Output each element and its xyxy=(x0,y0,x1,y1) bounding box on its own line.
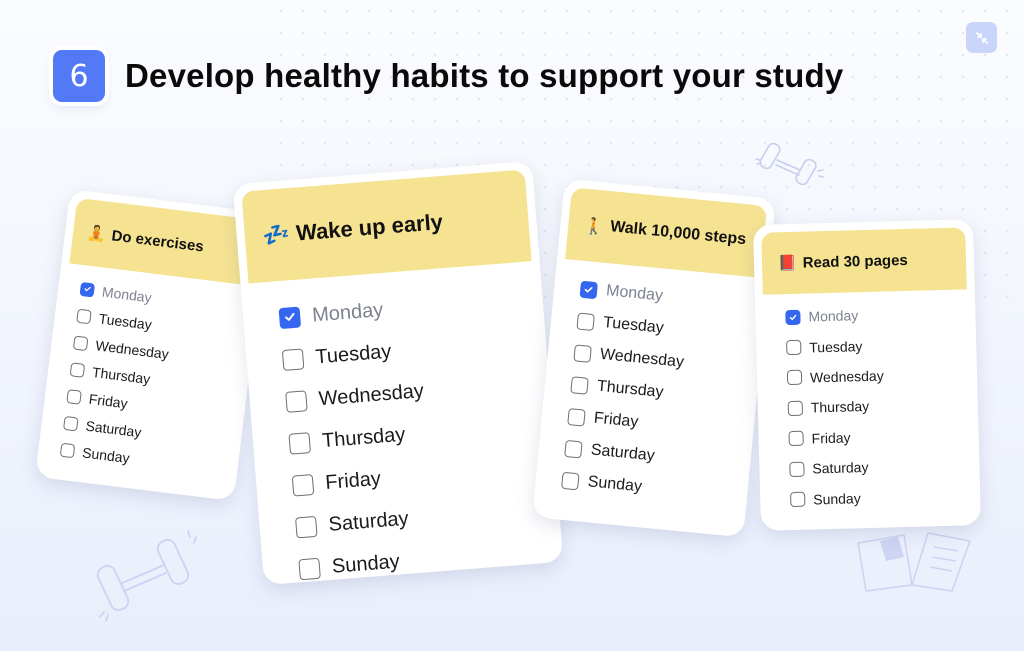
page-header: 6 Develop healthy habits to support your… xyxy=(53,50,843,102)
card-title: Wake up early xyxy=(295,209,444,246)
checklist-item-saturday[interactable]: Saturday xyxy=(789,449,972,484)
checkbox-unchecked[interactable] xyxy=(564,439,583,458)
checkbox-unchecked[interactable] xyxy=(790,491,806,508)
day-label: Friday xyxy=(324,467,382,494)
day-label: Tuesday xyxy=(602,314,665,337)
checkbox-unchecked[interactable] xyxy=(787,400,804,416)
checkbox-unchecked[interactable] xyxy=(788,430,804,447)
day-label: Thursday xyxy=(321,423,407,452)
habit-card-walk-steps: 🚶 Walk 10,000 steps Monday Tuesday Wednesd… xyxy=(532,178,776,538)
checkbox-unchecked[interactable] xyxy=(281,347,305,371)
day-label: Monday xyxy=(605,282,664,305)
day-label: Sunday xyxy=(81,443,131,466)
day-label: Saturday xyxy=(84,417,143,440)
checkbox-unchecked[interactable] xyxy=(288,431,311,455)
checkbox-checked[interactable] xyxy=(79,281,96,298)
day-label: Thursday xyxy=(810,398,870,416)
checkbox-unchecked[interactable] xyxy=(576,312,595,331)
checkbox-unchecked[interactable] xyxy=(567,407,586,427)
checkbox-unchecked[interactable] xyxy=(573,343,592,363)
checkbox-unchecked[interactable] xyxy=(561,471,580,490)
checkbox-unchecked[interactable] xyxy=(291,473,315,497)
day-label: Thursday xyxy=(91,363,152,387)
day-label: Saturday xyxy=(327,507,410,536)
step-number-badge: 6 xyxy=(53,50,105,102)
card-header: 📕 Read 30 pages xyxy=(761,227,967,295)
checkbox-unchecked[interactable] xyxy=(69,361,86,378)
checkbox-checked[interactable] xyxy=(278,306,302,329)
checkbox-checked[interactable] xyxy=(785,309,801,325)
checklist-item-wednesday[interactable]: Wednesday xyxy=(786,358,970,393)
day-label: Tuesday xyxy=(809,337,863,356)
zzz-sleep-icon: 💤 xyxy=(261,221,292,249)
habit-card-read-pages: 📕 Read 30 pages Monday Tuesday Wednesday Th… xyxy=(753,219,981,531)
collapse-arrows-icon xyxy=(975,31,988,44)
checkbox-unchecked[interactable] xyxy=(76,308,92,324)
page-title: Develop healthy habits to support your s… xyxy=(125,57,844,94)
day-label: Friday xyxy=(88,390,129,411)
checkbox-unchecked[interactable] xyxy=(294,515,318,538)
checkbox-unchecked[interactable] xyxy=(63,415,79,431)
meditation-icon: 🧘 xyxy=(86,223,107,244)
day-label: Thursday xyxy=(596,377,665,402)
checkmark-icon xyxy=(84,287,91,292)
corner-action-button[interactable] xyxy=(966,22,997,53)
day-label: Friday xyxy=(593,409,640,431)
checkbox-unchecked[interactable] xyxy=(285,389,308,413)
checkmark-icon xyxy=(584,286,593,293)
day-checklist: Monday Tuesday Wednesday Thursday Friday Satu… xyxy=(45,263,252,483)
checkbox-checked[interactable] xyxy=(579,280,599,299)
day-label: Wednesday xyxy=(599,345,685,371)
checklist-item-sunday[interactable]: Sunday xyxy=(790,480,973,515)
day-label: Tuesday xyxy=(314,339,393,368)
card-title: Read 30 pages xyxy=(802,251,908,272)
checkbox-unchecked[interactable] xyxy=(66,388,82,405)
checkbox-unchecked[interactable] xyxy=(298,557,321,580)
checklist-item-friday[interactable]: Friday xyxy=(788,419,971,454)
day-label: Wednesday xyxy=(94,336,170,362)
habit-card-do-exercises: 🧘 Do exercises Monday Tuesday Wednesday Thu… xyxy=(35,188,269,502)
day-label: Sunday xyxy=(587,473,643,496)
checklist-item-thursday[interactable]: Thursday xyxy=(787,388,970,423)
habit-card-wake-up-early: 💤 Wake up early Monday Tuesday Wednesday Th… xyxy=(232,160,564,586)
checkbox-unchecked[interactable] xyxy=(789,461,805,477)
checkmark-icon xyxy=(284,313,295,322)
day-label: Saturday xyxy=(812,459,869,477)
checkbox-unchecked[interactable] xyxy=(72,334,89,351)
day-label: Friday xyxy=(811,429,851,447)
day-label: Saturday xyxy=(590,441,656,465)
day-checklist: Monday Tuesday Wednesday Thursday Friday Satu… xyxy=(542,259,760,513)
day-label: Sunday xyxy=(331,549,401,578)
checklist-item-monday[interactable]: Monday xyxy=(785,297,968,332)
day-label: Wednesday xyxy=(317,379,425,410)
day-checklist: Monday Tuesday Wednesday Thursday Friday Satu… xyxy=(249,261,556,585)
card-title: Do exercises xyxy=(110,226,205,255)
card-title: Walk 10,000 steps xyxy=(609,218,747,249)
day-label: Monday xyxy=(101,283,153,306)
open-book-icon xyxy=(857,532,971,592)
day-label: Monday xyxy=(311,298,384,327)
checklist-item-tuesday[interactable]: Tuesday xyxy=(786,328,969,363)
checkbox-unchecked[interactable] xyxy=(59,442,76,458)
day-checklist: Monday Tuesday Wednesday Thursday Friday Satu… xyxy=(763,289,973,515)
day-label: Wednesday xyxy=(809,367,884,386)
day-label: Tuesday xyxy=(97,309,153,333)
dumbbell-icon xyxy=(96,530,197,622)
checkmark-icon xyxy=(789,314,797,320)
checkbox-unchecked[interactable] xyxy=(570,375,589,395)
red-book-icon: 📕 xyxy=(777,253,797,273)
checkbox-unchecked[interactable] xyxy=(786,339,802,356)
dumbbell-icon xyxy=(755,142,824,186)
checkbox-unchecked[interactable] xyxy=(786,370,803,386)
walking-person-icon: 🚶 xyxy=(583,215,606,237)
day-label: Sunday xyxy=(813,489,861,507)
day-label: Monday xyxy=(808,307,859,325)
